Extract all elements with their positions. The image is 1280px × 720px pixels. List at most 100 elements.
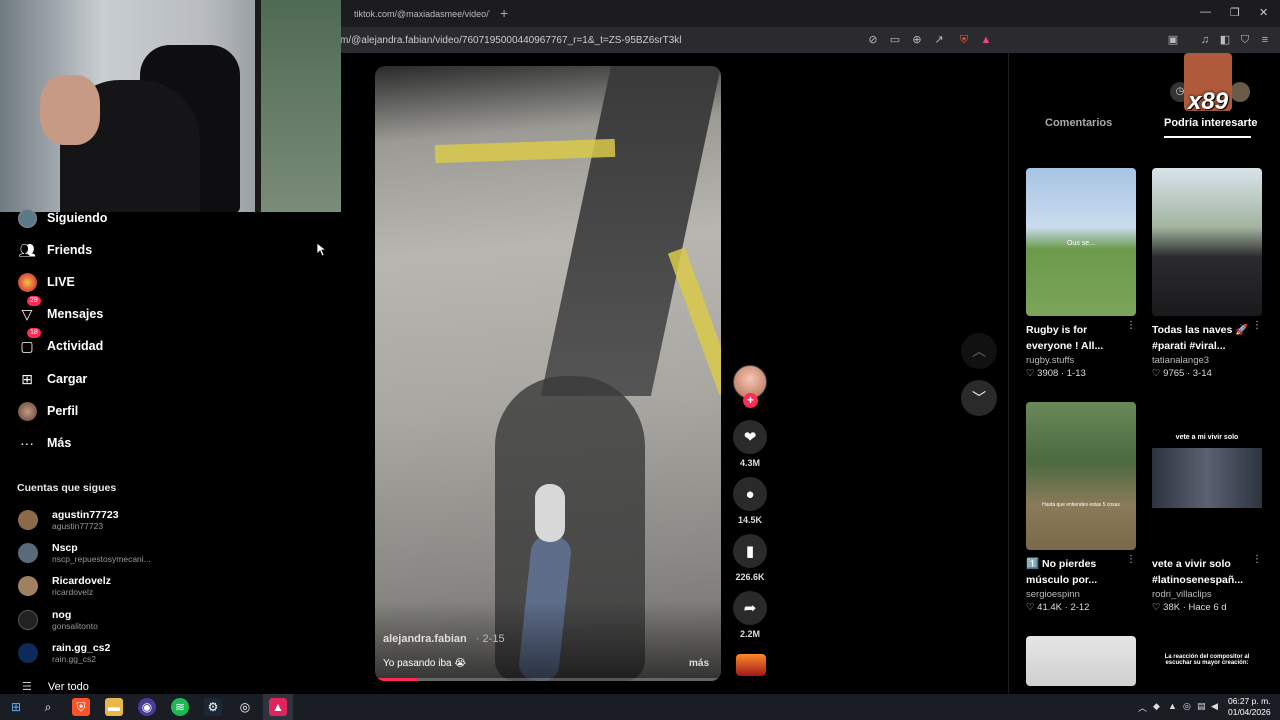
- thumbnail-title: vete a mi vivir solo: [1175, 434, 1239, 441]
- music-disc[interactable]: [736, 654, 766, 676]
- following-avatar-icon: [17, 208, 37, 228]
- previous-video-button[interactable]: ︿: [961, 333, 997, 369]
- chevron-up-icon: ︿: [972, 343, 986, 359]
- volume-icon[interactable]: ◀︎: [1211, 701, 1218, 712]
- vpn-icon[interactable]: ⛉: [1238, 33, 1252, 47]
- card-menu-icon[interactable]: ⋮: [1252, 554, 1262, 565]
- clock-date: 01/04/2026: [1228, 707, 1271, 717]
- following-item[interactable]: nog gonsalitonto: [18, 605, 98, 635]
- activity-badge: 18: [27, 328, 41, 338]
- new-tab-button[interactable]: +: [500, 5, 508, 21]
- card-author[interactable]: sergioespinn: [1026, 589, 1138, 600]
- comment-icon[interactable]: ●: [733, 477, 767, 511]
- card-author[interactable]: rugby.stuffs: [1026, 355, 1138, 366]
- menu-icon[interactable]: ≡: [1258, 33, 1272, 47]
- heart-outline-icon: ♡: [1152, 602, 1161, 613]
- obs-icon[interactable]: ◎: [236, 698, 254, 716]
- share-icon[interactable]: ↗: [932, 33, 946, 47]
- card-menu-icon[interactable]: ⋮: [1126, 554, 1136, 565]
- tray-app-icon[interactable]: ◆: [1153, 701, 1160, 712]
- brave-shield-icon[interactable]: ⛨: [957, 33, 971, 47]
- sidebar-item-upload[interactable]: ⊞ Cargar: [17, 369, 87, 389]
- search-icon[interactable]: ⌕: [39, 698, 57, 716]
- spotify-icon[interactable]: ≋: [171, 698, 189, 716]
- sidebar-item-profile[interactable]: Perfil: [17, 401, 78, 421]
- video-date: 2-15: [482, 633, 505, 645]
- sidebar-item-friends[interactable]: 👥︎ Friends: [17, 240, 92, 260]
- tab-comments[interactable]: Comentarios: [1045, 117, 1112, 129]
- close-window-button[interactable]: ✕: [1259, 6, 1268, 19]
- browser-tab[interactable]: tiktok.com/@maxiadasmee/video/76: [340, 5, 490, 23]
- app-icon[interactable]: ◉: [138, 698, 156, 716]
- share-action[interactable]: ➦ 2.2M: [733, 591, 767, 639]
- chevron-down-icon: ﹀: [972, 390, 986, 406]
- video-thumbnail[interactable]: vete a mi vivir solo: [1152, 402, 1262, 550]
- share-arrow-icon[interactable]: ➦: [733, 591, 767, 625]
- sidebar-item-more[interactable]: ··· Más: [17, 433, 71, 453]
- taskbar-clock[interactable]: 06:27 p. m. 01/04/2026: [1228, 696, 1271, 718]
- video-thumbnail[interactable]: [1152, 168, 1262, 316]
- zoom-icon[interactable]: ⊕: [910, 33, 924, 47]
- following-item[interactable]: rain.gg_cs2 rain.gg_cs2: [18, 638, 110, 668]
- media-icon[interactable]: ♫: [1198, 33, 1212, 47]
- follow-button[interactable]: +: [743, 393, 758, 408]
- sidebar-toggle-icon[interactable]: ▣: [1166, 33, 1180, 47]
- messages-icon: ▽ 29: [17, 296, 41, 324]
- see-all-label: Ver todo: [47, 680, 89, 693]
- tray-app-icon[interactable]: ▲: [1168, 701, 1177, 711]
- card-author[interactable]: rodri_villaclips: [1152, 589, 1264, 600]
- translate-icon[interactable]: ⊘: [866, 33, 880, 47]
- suggested-video-card[interactable]: ⋮ Todas las naves 🚀 #parati #viral... ta…: [1152, 168, 1264, 379]
- file-explorer-icon[interactable]: ▬: [105, 698, 123, 716]
- steam-icon[interactable]: ⚙: [204, 698, 222, 716]
- comment-action[interactable]: ● 14.5K: [733, 477, 767, 525]
- bookmark-icon[interactable]: ▮: [733, 534, 767, 568]
- tray-app-icon[interactable]: ◎: [1183, 701, 1191, 712]
- following-item[interactable]: Ricardovelz ricardovelz: [18, 571, 111, 601]
- sidebar-item-messages[interactable]: ▽ 29 Mensajes: [17, 296, 103, 324]
- clock-time: 06:27 p. m.: [1228, 696, 1271, 706]
- url-field[interactable]: m/@alejandra.fabian/video/76071950004409…: [340, 35, 682, 46]
- reading-list-icon[interactable]: ◧: [1218, 33, 1232, 47]
- video-thumbnail[interactable]: Hasta que entiendes estas 5 cosas: [1026, 402, 1136, 550]
- network-icon[interactable]: ▤: [1197, 701, 1206, 712]
- tab-you-may-like[interactable]: Podría interesarte: [1164, 117, 1258, 129]
- suggested-video-card[interactable]: Hasta que entiendes estas 5 cosas ⋮ 1️⃣ …: [1026, 402, 1138, 613]
- minimize-button[interactable]: —: [1200, 6, 1211, 18]
- sidebar-item-following[interactable]: Siguiendo: [17, 208, 107, 228]
- video-thumbnail[interactable]: La reacción del compositor al escuchar s…: [1152, 636, 1262, 686]
- video-more-button[interactable]: más: [689, 658, 709, 669]
- video-author[interactable]: alejandra.fabian · 2-15: [383, 633, 505, 645]
- following-item[interactable]: agustin77723 agustin77723: [18, 505, 119, 535]
- windows-start-icon[interactable]: ⊞: [7, 698, 25, 716]
- save-action[interactable]: ▮ 226.6K: [733, 534, 767, 582]
- suggested-video-card[interactable]: vete a mi vivir solo ⋮ vete a vivir solo…: [1152, 402, 1264, 613]
- suggested-video-card[interactable]: [1026, 636, 1138, 686]
- tray-chevron-icon[interactable]: ︿: [1138, 701, 1147, 714]
- brave-rewards-icon[interactable]: ▲: [979, 33, 993, 47]
- following-item[interactable]: Nscp nscp_repuestosymecani...: [18, 538, 151, 568]
- brave-app-icon[interactable]: ▲: [269, 698, 287, 716]
- next-video-button[interactable]: ﹀: [961, 380, 997, 416]
- suggested-video-card[interactable]: La reacción del compositor al escuchar s…: [1152, 636, 1264, 686]
- video-player[interactable]: alejandra.fabian · 2-15 Yo pasando iba 😭…: [375, 66, 721, 681]
- sidebar-item-live[interactable]: LIVE: [17, 272, 75, 292]
- card-menu-icon[interactable]: ⋮: [1252, 320, 1262, 331]
- video-caption: Yo pasando iba 😭: [383, 658, 467, 669]
- video-thumbnail[interactable]: Ous se...: [1026, 168, 1136, 316]
- restore-button[interactable]: ❐: [1230, 6, 1240, 19]
- see-all-link[interactable]: ☰ Ver todo: [22, 680, 89, 694]
- sidebar-item-activity[interactable]: ▢ 18 Actividad: [17, 328, 103, 356]
- suggested-video-card[interactable]: Ous se... ⋮ Rugby is for everyone ! All.…: [1026, 168, 1138, 379]
- card-author[interactable]: tatianalange3: [1152, 355, 1264, 366]
- card-menu-icon[interactable]: ⋮: [1126, 320, 1136, 331]
- video-thumbnail[interactable]: [1026, 636, 1136, 686]
- like-action[interactable]: ❤︎ 4.3M: [733, 420, 767, 468]
- card-likes: 38K: [1163, 602, 1181, 613]
- video-curb-line: [667, 247, 721, 395]
- brave-browser-icon[interactable]: ⛨: [72, 698, 90, 716]
- cast-icon[interactable]: ▭: [888, 33, 902, 47]
- video-progress-bar[interactable]: [375, 678, 721, 681]
- heart-icon[interactable]: ❤︎: [733, 420, 767, 454]
- user-avatar[interactable]: [1230, 82, 1250, 102]
